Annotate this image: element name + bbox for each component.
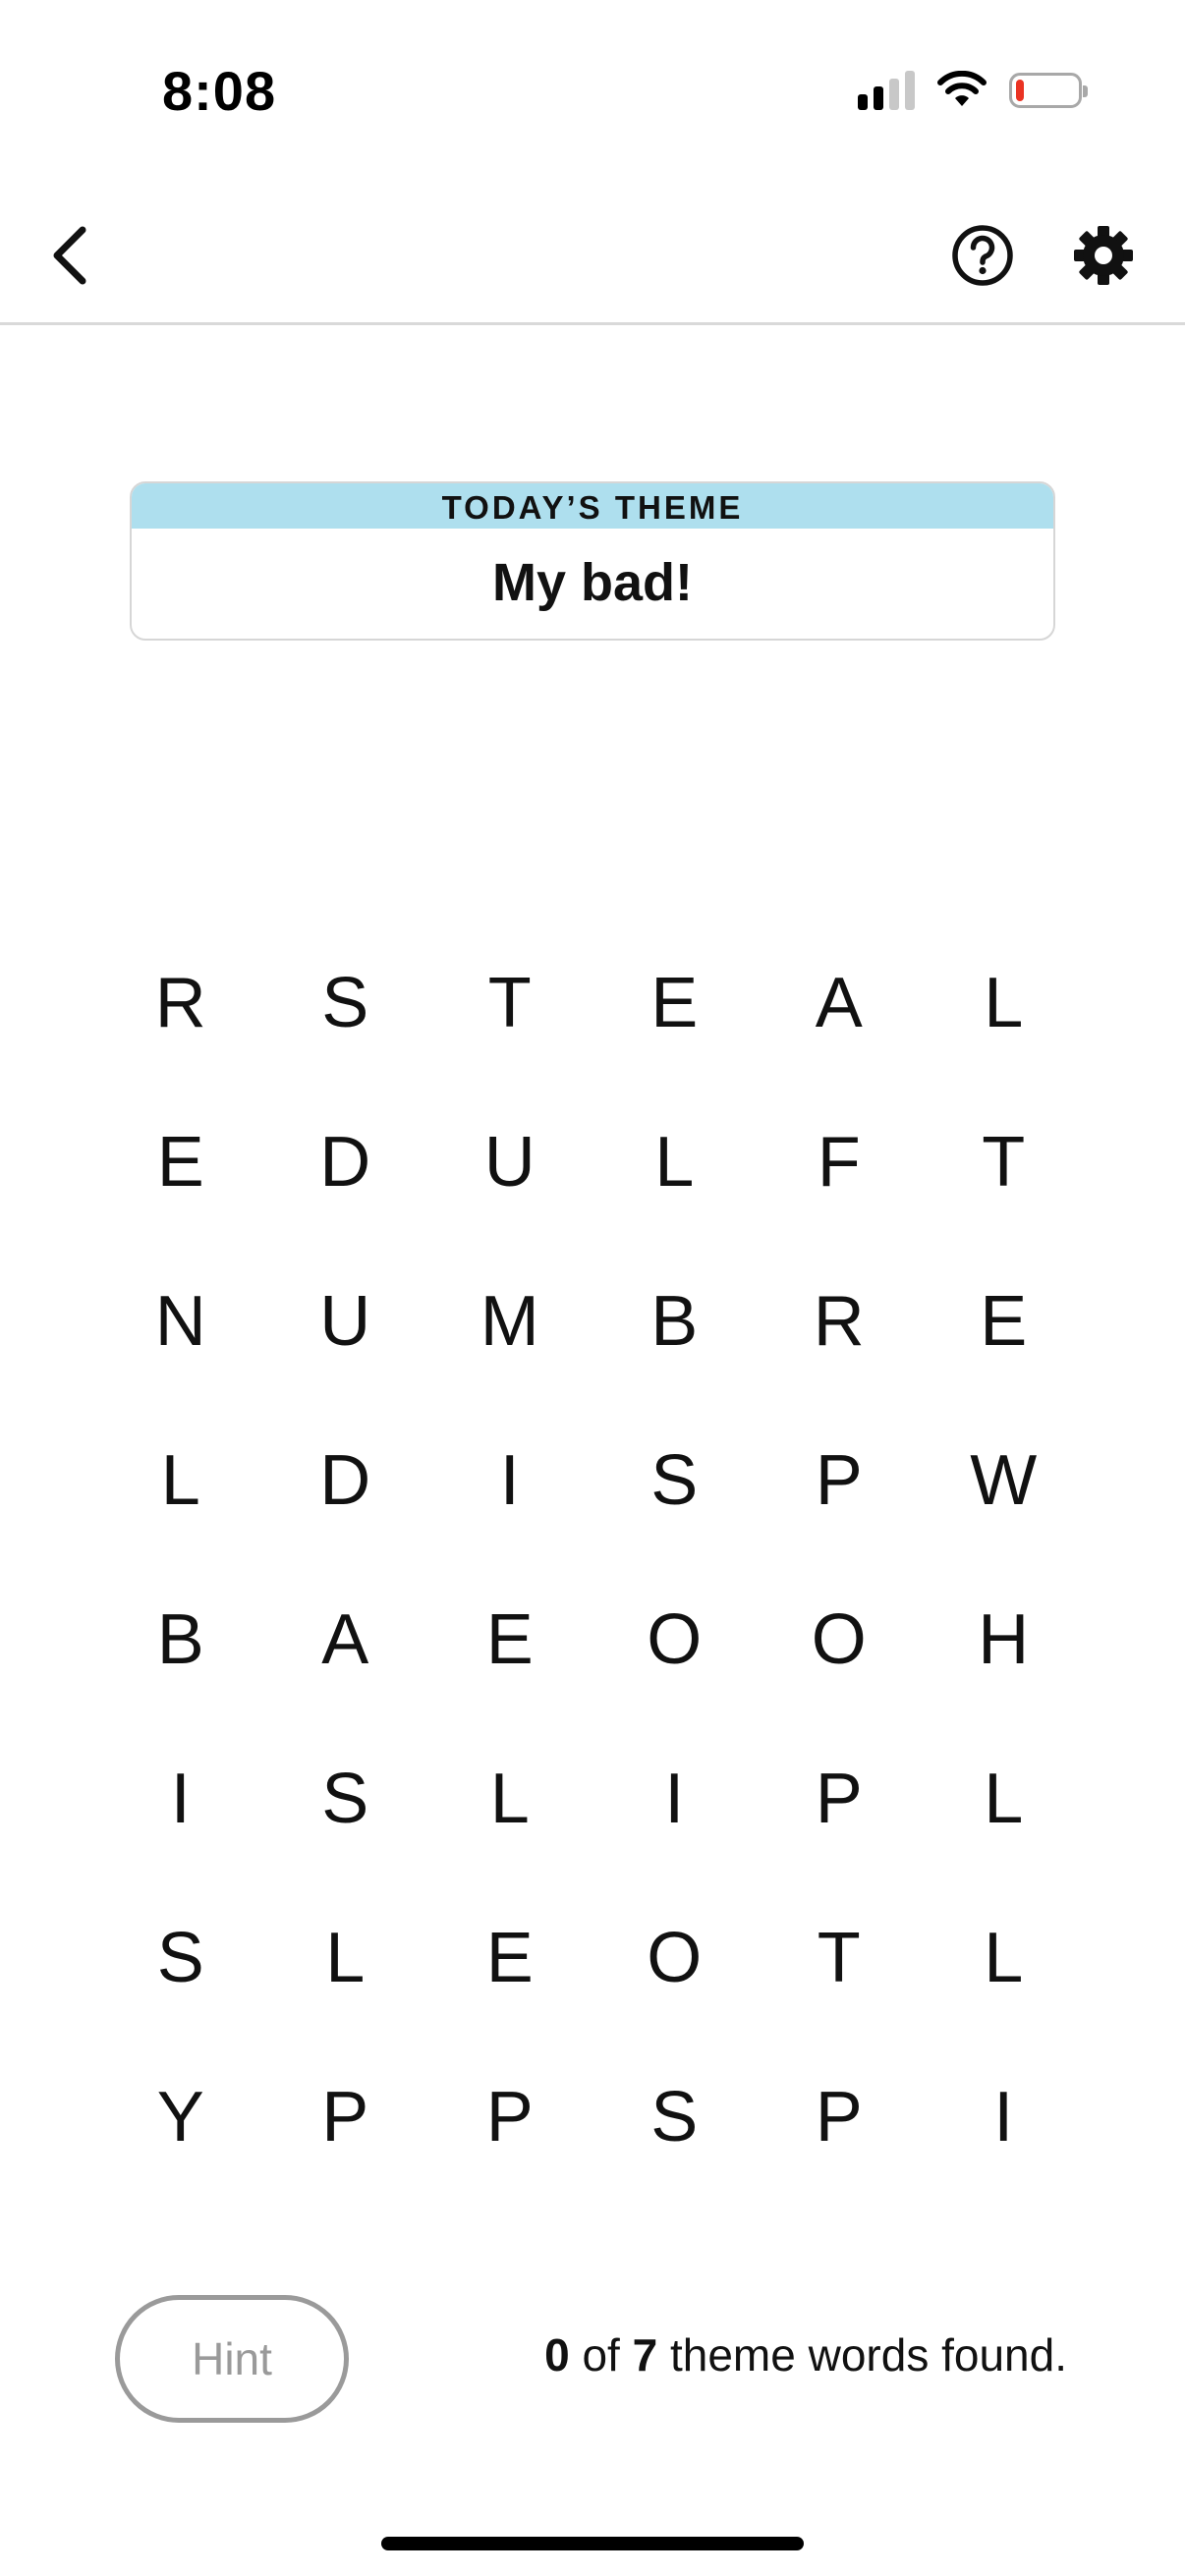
letter-cell[interactable]: R [98,924,263,1083]
letter-cell[interactable]: T [922,1083,1087,1242]
letter-cell[interactable]: E [592,924,758,1083]
hint-button[interactable]: Hint [115,2295,349,2423]
letter-cell[interactable]: P [757,1401,922,1560]
letter-cell[interactable]: H [922,1560,1087,1719]
letter-cell[interactable]: U [263,1242,428,1401]
status-bar: 8:08 [0,0,1185,187]
help-circle-icon [952,225,1013,286]
letter-cell[interactable]: D [263,1401,428,1560]
wifi-icon [936,71,988,110]
letter-cell[interactable]: L [263,1878,428,2038]
letter-cell[interactable]: A [757,924,922,1083]
letter-cell[interactable]: E [427,1560,592,1719]
status-icons [858,71,1088,110]
letter-cell[interactable]: A [263,1560,428,1719]
top-nav [0,187,1185,325]
theme-card: TODAY’S THEME My bad! [130,481,1055,641]
settings-button[interactable] [1061,216,1145,295]
home-indicator [381,2537,804,2550]
letter-cell[interactable]: O [757,1560,922,1719]
found-count: 0 [544,2329,570,2380]
letter-cell[interactable]: F [757,1083,922,1242]
status-time: 8:08 [162,60,277,122]
total-count: 7 [632,2329,658,2380]
letter-cell[interactable]: L [592,1083,758,1242]
letter-cell[interactable]: E [427,1878,592,2038]
letter-cell[interactable]: L [922,1878,1087,2038]
letter-cell[interactable]: E [98,1083,263,1242]
letter-cell[interactable]: I [922,2038,1087,2197]
of-text: of [582,2329,620,2380]
battery-level [1016,80,1024,101]
battery-icon [1009,73,1088,108]
letter-cell[interactable]: W [922,1401,1087,1560]
help-button[interactable] [943,216,1022,295]
letter-cell[interactable]: S [592,2038,758,2197]
theme-header: TODAY’S THEME [132,483,1053,529]
letter-cell[interactable]: P [263,2038,428,2197]
chevron-left-icon [53,226,86,285]
theme-title: My bad! [491,553,693,612]
letter-cell[interactable]: O [592,1878,758,2038]
letter-cell[interactable]: E [922,1242,1087,1401]
progress-text: 0 of 7 theme words found. [544,2328,1067,2381]
letter-cell[interactable]: L [922,1719,1087,1878]
letter-cell[interactable]: R [757,1242,922,1401]
letter-grid: RSTEALEDULFTNUMBRELDISPWBAEOOHISLIPLSLEO… [98,924,1086,2197]
letter-cell[interactable]: U [427,1083,592,1242]
letter-cell[interactable]: N [98,1242,263,1401]
back-button[interactable] [29,216,108,295]
letter-cell[interactable]: D [263,1083,428,1242]
letter-cell[interactable]: P [757,2038,922,2197]
progress-suffix: theme words found. [669,2329,1067,2380]
letter-cell[interactable]: B [98,1560,263,1719]
letter-cell[interactable]: S [263,1719,428,1878]
letter-cell[interactable]: P [757,1719,922,1878]
letter-cell[interactable]: M [427,1242,592,1401]
letter-cell[interactable]: L [98,1401,263,1560]
gear-icon [1073,226,1133,285]
letter-cell[interactable]: L [922,924,1087,1083]
letter-cell[interactable]: T [757,1878,922,2038]
letter-cell[interactable]: I [98,1719,263,1878]
letter-cell[interactable]: S [592,1401,758,1560]
signal-icon [858,71,915,110]
letter-cell[interactable]: S [263,924,428,1083]
letter-cell[interactable]: I [427,1401,592,1560]
letter-cell[interactable]: P [427,2038,592,2197]
letter-cell[interactable]: T [427,924,592,1083]
letter-cell[interactable]: O [592,1560,758,1719]
letter-cell[interactable]: S [98,1878,263,2038]
letter-cell[interactable]: L [427,1719,592,1878]
letter-cell[interactable]: I [592,1719,758,1878]
letter-cell[interactable]: Y [98,2038,263,2197]
letter-cell[interactable]: B [592,1242,758,1401]
